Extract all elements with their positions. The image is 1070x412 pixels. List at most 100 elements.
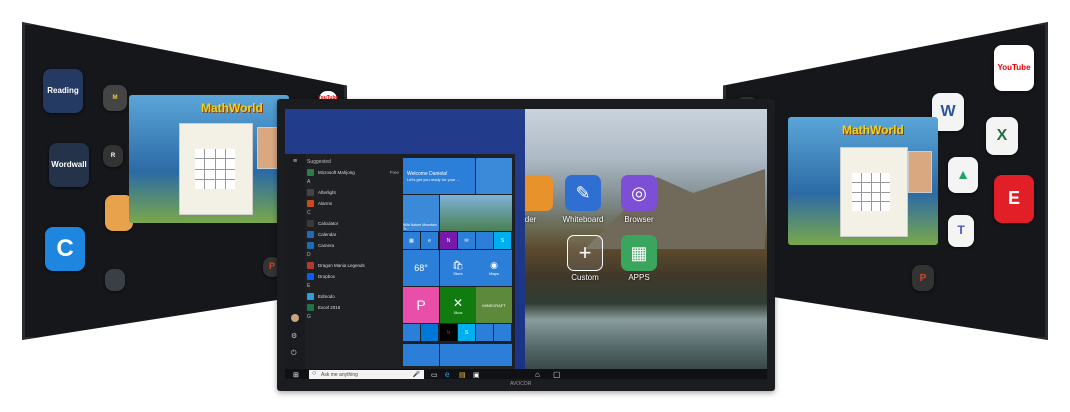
search-placeholder: Ask me anything [321,372,358,378]
canva-app-icon[interactable] [105,269,125,291]
group-d: D [307,252,311,258]
apps-icon[interactable]: ▦ [621,235,657,271]
maps-tile[interactable]: ◉ Maps [476,250,512,286]
right-youtube-label: YouTube [997,62,1031,72]
skype-small-tile[interactable]: S [494,232,511,249]
windows-start-icon[interactable]: ⊞ [293,371,299,379]
mosa-app-icon[interactable]: R [103,145,123,167]
group-g: G [307,314,311,320]
netflix-tile[interactable]: N [440,324,457,341]
list-item[interactable]: Calculator [307,218,399,229]
list-item[interactable]: Alarms [307,198,399,209]
onenote-tile[interactable]: N [440,232,457,249]
home-nav-icon[interactable]: ⌂ [535,370,540,379]
list-item[interactable]: Camera [307,240,399,251]
small-tile[interactable] [476,324,493,341]
wordwall-app[interactable]: Wordwall [49,143,89,187]
list-item[interactable]: Calendar [307,229,399,240]
list-item-label: Dragon Mania Legends [318,263,365,268]
list-item[interactable]: Dragon Mania Legends [307,260,399,271]
left-game-title: MathWorld [201,101,263,115]
apps-label: APPS [628,273,650,282]
classflow-app-icon[interactable]: C [45,227,85,271]
right-game-window: MathWorld [788,117,938,245]
list-item-label: Alarms [318,201,333,206]
photos-tile[interactable]: Wild Nature Mountain Tr... [403,195,439,231]
recent-nav-icon[interactable]: ▢ [553,370,561,379]
excel-icon[interactable]: X [986,117,1018,155]
settings-icon[interactable]: ⚙ [291,332,297,340]
list-item-label: Calendar [318,232,337,237]
photos-small-tile[interactable] [476,232,493,249]
store-tile[interactable]: 🛍 Store [440,250,476,286]
minecraft-label: MINECRAFT [482,302,506,308]
custom-label: Custom [571,273,599,282]
start-side-rail: ≡ ⚙ ⏻ [285,154,305,369]
search-icon: ○ [312,370,317,377]
xbox-tile[interactable]: ✕ Xbox [440,287,476,323]
list-item[interactable]: Excel 2016 [307,302,399,313]
mail-tile[interactable]: ✉ [458,232,475,249]
whiteboard-icon[interactable]: ✎ [565,175,601,211]
task-view-icon[interactable]: ▭ [431,371,438,379]
suggested-app[interactable]: Microsoft Mahjong Free [307,167,399,178]
list-item[interactable]: Dropbox [307,271,399,282]
suggested-tag: Free [389,170,399,175]
list-item-label: Dropbox [318,274,336,279]
welcome-tile[interactable]: Welcome Daniela! Let's get you ready for… [403,158,475,194]
weather-tile[interactable]: 68° [403,250,439,286]
small-tile[interactable] [476,344,512,366]
list-item[interactable]: Afterlight [307,187,399,198]
wordwall-app-label: Wordwall [51,159,87,169]
right-game-title: MathWorld [842,123,904,137]
start-app-list: Suggested Microsoft Mahjong Free A Afterl… [307,158,399,322]
browser-icon[interactable]: ◎ [621,175,657,211]
picsart-tile[interactable]: P [403,287,439,323]
small-tile[interactable] [403,324,420,341]
list-item[interactable]: Edmodo [307,291,399,302]
youtube-icon-right[interactable]: YouTube [994,45,1034,91]
people-tile[interactable] [476,158,512,194]
monitor-screen: Finder ✎ Whiteboard ◎ Browser + Custom ▦… [285,109,767,379]
small-tile[interactable] [494,324,511,341]
left-game-window: MathWorld [129,95,289,223]
suggested-heading: Suggested [307,159,331,165]
user-avatar[interactable] [291,314,299,322]
welcome-sub: Let's get you ready for your ... [407,176,460,182]
power-icon[interactable]: ⏻ [291,350,297,358]
explorer-taskbar-icon[interactable]: ▤ [459,371,466,379]
taskbar: ⊞ ○ Ask me anything 🎤 ▭ e ▤ ▣ ⌂ ▢ [285,369,767,379]
reading-eggs-app[interactable]: Reading [43,69,83,113]
math-app-icon[interactable]: M [103,85,127,111]
microphone-icon[interactable]: 🎤 [413,371,420,378]
weather-temp: 68° [414,263,428,273]
edge-tile[interactable]: e [421,232,438,249]
store-taskbar-icon[interactable]: ▣ [473,371,480,379]
browser-label: Browser [624,215,654,224]
hamburger-icon[interactable]: ≡ [285,158,305,165]
small-tile[interactable] [440,344,476,366]
teams-icon[interactable]: T [948,215,974,247]
right-game-grid [852,173,890,211]
calendar-tile[interactable]: ▦ [403,232,420,249]
list-item-label: Calculator [318,221,339,226]
eshare-icon[interactable]: E [994,175,1034,223]
small-tile[interactable] [421,324,438,341]
group-c: C [307,210,311,216]
family-photo-tile[interactable] [440,195,512,231]
store-icon: 🛍 [452,260,464,270]
minecraft-tile[interactable]: MINECRAFT [476,287,512,323]
skype-tile[interactable]: S [458,324,475,341]
google-drive-icon[interactable]: ▲ [948,157,978,193]
small-tile[interactable] [403,344,439,366]
search-input[interactable]: ○ Ask me anything 🎤 [309,370,424,379]
custom-add-icon[interactable]: + [567,235,603,271]
list-item-label: Edmodo [318,294,335,299]
center-monitor: Finder ✎ Whiteboard ◎ Browser + Custom ▦… [277,99,775,391]
edge-taskbar-icon[interactable]: e [445,370,449,379]
powerpoint-icon-right[interactable]: P [912,265,934,291]
right-game-character [908,151,932,193]
photo-caption: Wild Nature Mountain Tr... [403,223,437,231]
list-item-label: Camera [318,243,335,248]
suggested-app-label: Microsoft Mahjong [318,170,355,175]
